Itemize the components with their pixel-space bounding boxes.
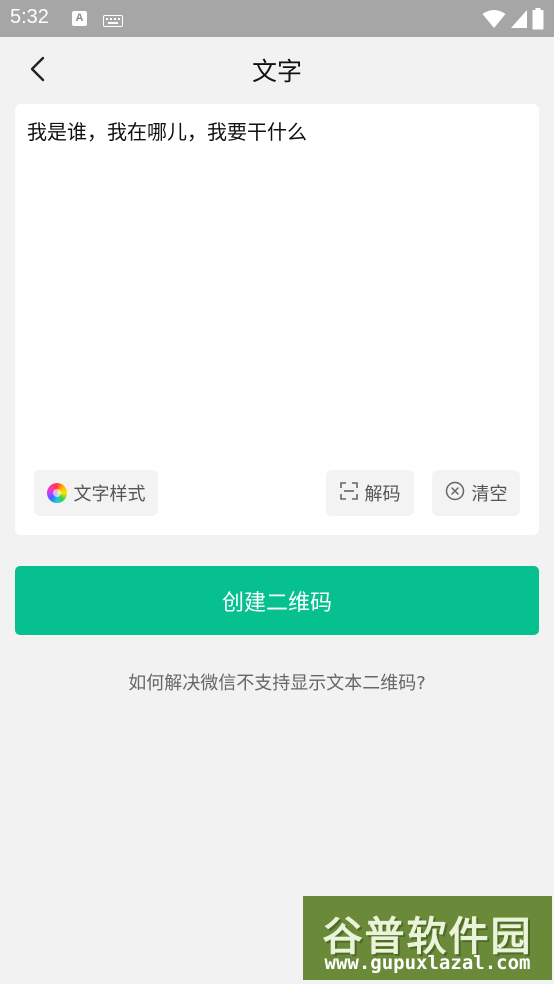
clear-circle-icon (445, 481, 465, 506)
page-title: 文字 (251, 57, 302, 86)
text-style-label: 文字样式 (73, 484, 146, 505)
wifi-icon (482, 9, 506, 33)
scan-icon (339, 481, 358, 505)
watermark-logo: 谷普软件园 www.gupuxlazal.com (303, 896, 552, 980)
help-link[interactable]: 如何解决微信不支持显示文本二维码? (0, 669, 554, 695)
battery-icon (532, 8, 544, 34)
decode-button[interactable]: 解码 (326, 470, 414, 516)
status-bar: 5:32 A (0, 0, 554, 37)
status-time: 5:32 (10, 6, 49, 28)
create-qrcode-button[interactable]: 创建二维码 (15, 566, 539, 635)
clear-button[interactable]: 清空 (432, 470, 520, 516)
color-wheel-icon (46, 483, 67, 503)
clear-label: 清空 (471, 484, 508, 505)
decode-label: 解码 (364, 484, 401, 505)
a-badge-icon: A (72, 11, 87, 26)
app-header: 文字 (0, 37, 554, 103)
watermark-url: www.gupuxlazal.com (324, 952, 531, 974)
signal-icon (510, 9, 528, 33)
text-style-button[interactable]: 文字样式 (34, 470, 158, 516)
keyboard-icon (103, 12, 123, 31)
text-input[interactable]: 我是谁，我在哪儿，我要干什么 (27, 118, 527, 448)
text-card: 我是谁，我在哪儿，我要干什么 文字样式 解码 清空 (15, 104, 539, 535)
status-right-icons (482, 8, 544, 34)
app-screen: 5:32 A 文字 我是谁，我在哪儿，我要干什么 文字样式 解码 清空 创建二维… (0, 0, 554, 984)
